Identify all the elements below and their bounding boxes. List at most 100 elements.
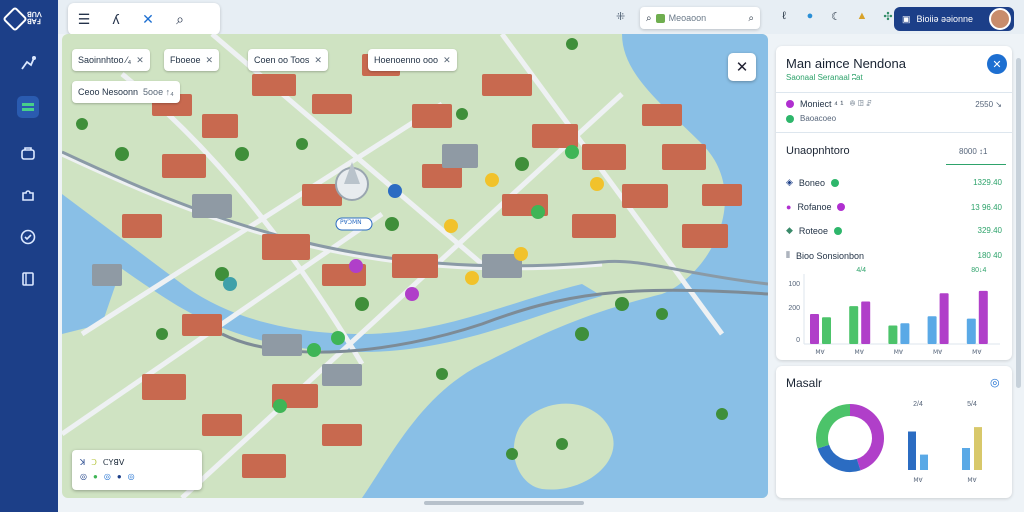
chip-label: Coen oo Toos <box>254 55 310 65</box>
search-placeholder: Meoaoon <box>668 13 707 23</box>
chip-close-icon[interactable]: ✕ <box>314 55 322 66</box>
metric-dot-icon <box>837 203 846 211</box>
mini-bar <box>962 448 970 470</box>
logo-mark-icon <box>2 6 28 32</box>
top-icons: ℓ ● ☾ ▲ ✣ <box>776 8 896 24</box>
filter-chip-4[interactable]: Hoenoenno ooo ✕ <box>368 49 457 71</box>
metric-value: 13 96.40 <box>970 202 1002 212</box>
metric-dot-icon <box>833 226 842 235</box>
chart-header: ⦀ Bioo Sonsionbon 180 40 <box>786 250 1002 261</box>
summary-panel: Masalr ◎ 2/4 ꓟꓯ 5/4 ꓟꓯ <box>776 366 1012 498</box>
pie-slice <box>817 444 861 472</box>
bar <box>810 314 819 344</box>
search-icon[interactable]: ⌕ <box>172 11 188 27</box>
bar-group-label: 5/4 <box>967 401 977 408</box>
search-icon: ⌕ <box>646 12 652 24</box>
map-legend: ꓘ ꓛ ꓚꓬꓭꓦ ◎ ● ◎ ● ◎ <box>72 450 202 490</box>
bar <box>849 306 859 344</box>
filter-chip-2[interactable]: Fboeoe ✕ <box>164 49 220 71</box>
panel-item[interactable]: Moniect ⁴ ¹ ꔮ ꖸ ꗕ 2550 ↘ <box>786 99 1002 109</box>
item-value: 2550 ↘ <box>975 99 1002 109</box>
map-view[interactable]: ꓑꓯꓛꓟꓠ <box>62 34 768 498</box>
details-panel: Man aimce Nendona Saonaal Seranaal ʭat ✕… <box>776 46 1012 360</box>
pie-slice <box>816 404 851 449</box>
nav-bag[interactable] <box>17 142 39 164</box>
circle-icon[interactable]: ● <box>802 8 818 24</box>
legend-icon-2: ꓛ <box>91 457 97 467</box>
logo-text-1: ꓭꓵꓥ <box>27 12 42 19</box>
y-tick-label: 100 <box>788 281 800 288</box>
panel-scrollbar[interactable] <box>1016 58 1021 388</box>
search-submit-icon[interactable]: ⌕ <box>748 13 754 24</box>
metric-dot-icon <box>830 178 839 187</box>
panel-subtitle: Saonaal Seranaal ʭat <box>786 73 863 82</box>
nav-book[interactable] <box>17 268 39 290</box>
puzzle-icon <box>22 190 34 201</box>
item-dot-icon <box>786 100 794 108</box>
bar <box>927 316 937 344</box>
logo-text-2: ꓭꓯꓞ <box>27 19 41 26</box>
filter-chip-3[interactable]: Coen oo Toos ✕ <box>248 49 328 71</box>
chip-close-icon[interactable]: ✕ <box>443 55 451 66</box>
item-status: Baoacoeo <box>800 114 837 123</box>
user-button[interactable]: ▣ Bioiiə əəionne <box>894 7 1014 31</box>
menu-icon[interactable]: ☰ <box>76 11 92 27</box>
legend-icon-1: ꓘ <box>80 457 86 467</box>
x-tick-label: ꓟꓯ <box>933 349 943 356</box>
bar <box>966 318 976 344</box>
nav-chart-check[interactable] <box>17 226 39 248</box>
chip-close-icon[interactable]: ✕ <box>136 55 144 66</box>
grid-icon[interactable]: ⁜ <box>616 10 625 23</box>
pie-chart: 2/4 ꓟꓯ 5/4 ꓟꓯ <box>816 401 982 484</box>
legend-icon-4: ● <box>92 471 98 481</box>
avatar[interactable] <box>989 8 1011 30</box>
user-card-icon: ▣ <box>902 13 911 24</box>
legend-icon-5: ◎ <box>103 471 111 481</box>
layers-icon <box>22 103 34 111</box>
bar-group-label: 2/4 <box>913 401 923 408</box>
directions-icon[interactable]: ✕ <box>140 11 156 27</box>
search-box[interactable]: ⌕ Meoaoon ⌕ <box>640 7 760 29</box>
panel-close-button[interactable]: ✕ <box>987 54 1007 74</box>
nav-layers[interactable] <box>17 96 39 118</box>
chip-label: Hoenoenno ooo <box>374 55 439 65</box>
x-tick-label: ꓟꓯ <box>855 349 865 356</box>
tag-icon <box>655 13 665 23</box>
metric-value: 329.40 <box>977 226 1002 235</box>
back-icon[interactable]: ʎ <box>108 11 124 27</box>
moon-icon[interactable]: ☾ <box>828 8 844 24</box>
info-icon[interactable]: ◎ <box>990 376 1000 389</box>
filter-chip-1[interactable]: Saoinnhtoo ⁄₄ ✕ <box>72 49 150 71</box>
legend-icon-6: ● <box>116 471 122 481</box>
metric-label: Roteoe <box>798 225 828 236</box>
bar-chart: 100 200 0 ꓟꓯ 4/4 ꓟꓯ ꓟꓯ ꓟꓯ 80↓4 ꓟꓯ <box>788 267 1000 356</box>
app-logo[interactable]: ꓭꓵꓥ ꓭꓯꓞ <box>2 6 52 32</box>
bar <box>978 290 988 344</box>
metric-label: Boneo <box>798 177 825 188</box>
clip-icon[interactable]: ℓ <box>776 8 792 24</box>
bar <box>939 293 949 344</box>
bar-group-tick: ꓟꓯ <box>967 477 977 484</box>
filter-chip-5[interactable]: Ceoo Nesoonn 5ooe ↑₄ <box>72 81 180 103</box>
bar <box>900 323 910 344</box>
nav-route[interactable] <box>17 52 39 74</box>
x-tick-label: ꓟꓯ <box>815 349 825 356</box>
warning-icon[interactable]: ▲ <box>854 8 870 24</box>
chart-header-label: Bioo Sonsionbon <box>795 250 865 261</box>
map-canvas[interactable] <box>62 34 768 498</box>
metric-row-3[interactable]: ◆ Roteoe 329.40 <box>786 225 1002 236</box>
map-place-label[interactable]: ꓑꓯꓛꓟꓠ <box>340 219 362 226</box>
bar-top-label: 4/4 <box>856 267 866 274</box>
chip-close-icon[interactable]: ✕ <box>206 55 214 66</box>
map-close-button[interactable]: ✕ <box>728 53 756 81</box>
item-label: Moniect ⁴ ¹ <box>800 99 844 109</box>
nav-puzzle[interactable] <box>17 184 39 206</box>
status-dot-icon <box>786 114 794 123</box>
x-tick-label: ꓟꓯ <box>972 349 982 356</box>
y-tick-label: 0 <box>796 337 800 344</box>
x-tick-label: ꓟꓯ <box>894 349 904 356</box>
metric-row-2[interactable]: ● Rofanoe 13 96.40 <box>786 202 1002 212</box>
bar <box>822 317 831 344</box>
map-hscrollbar[interactable] <box>424 501 584 505</box>
metric-row-1[interactable]: ◈ Boneo 1329.40 <box>786 177 1002 188</box>
